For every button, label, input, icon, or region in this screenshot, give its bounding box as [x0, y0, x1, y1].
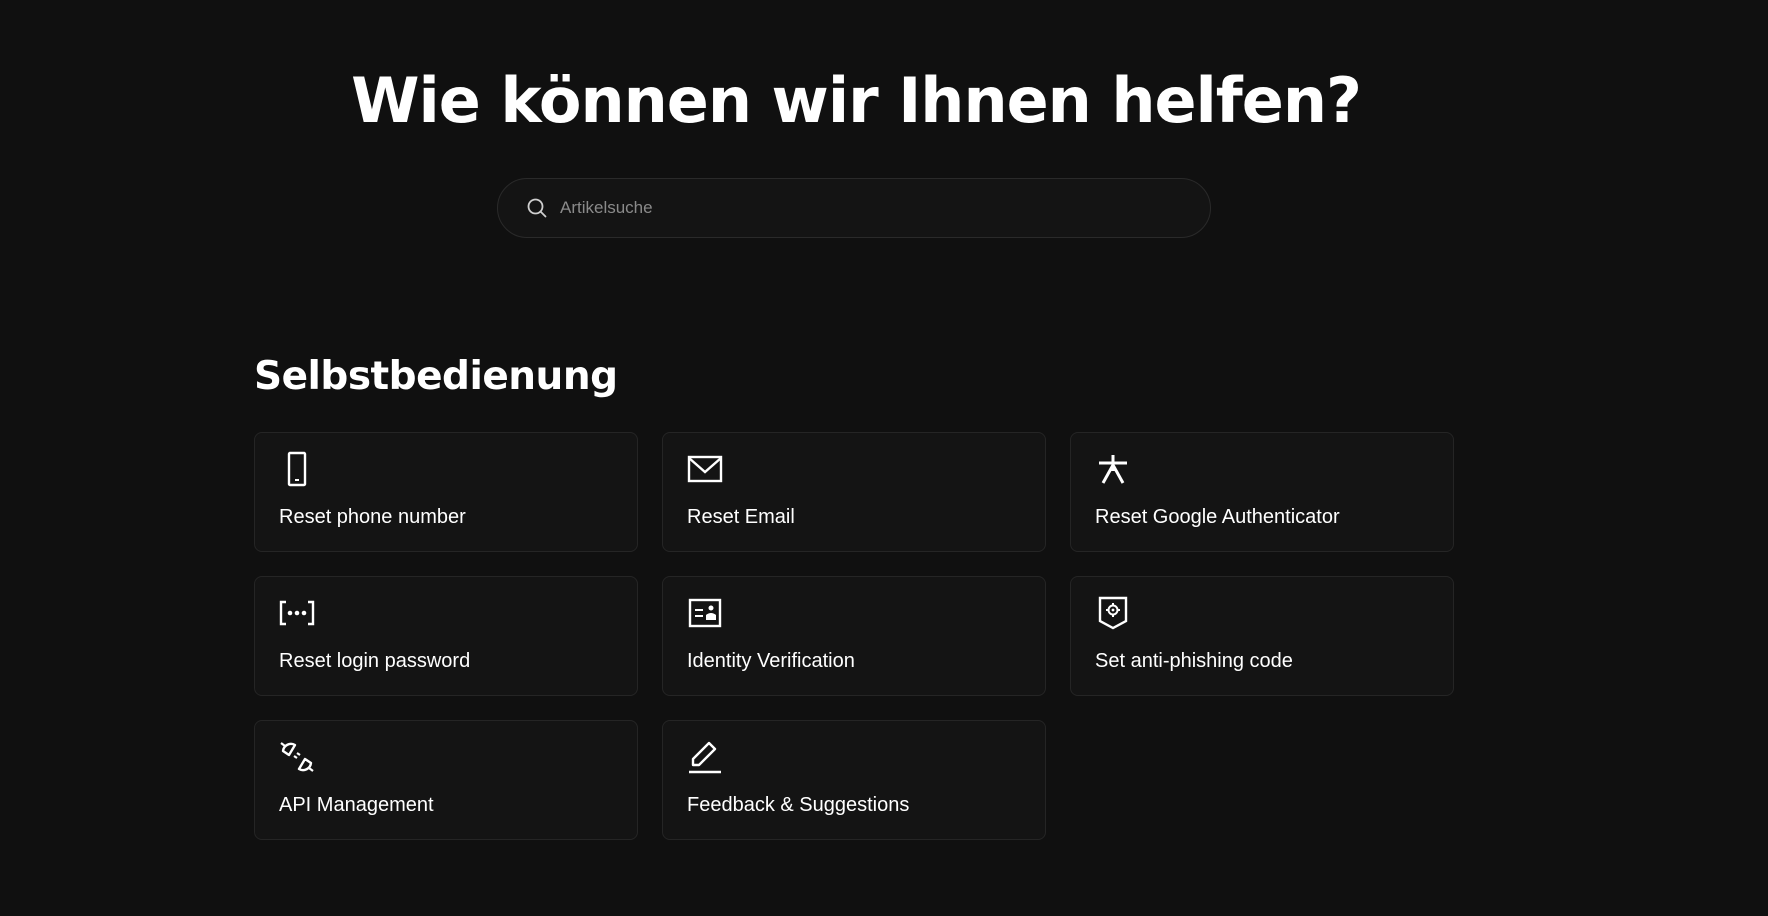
card-label: Reset Email [687, 506, 795, 528]
search-icon [526, 197, 548, 219]
card-identity-verification[interactable]: Identity Verification [662, 576, 1046, 696]
envelope-icon [687, 451, 723, 487]
card-label: Reset phone number [279, 506, 466, 528]
card-set-anti-phishing-code[interactable]: Set anti-phishing code [1070, 576, 1454, 696]
page-title: Wie können wir Ihnen helfen? [351, 64, 1362, 137]
card-reset-login-password[interactable]: Reset login password [254, 576, 638, 696]
section-title-self-service: Selbstbedienung [254, 354, 618, 399]
card-label: API Management [279, 794, 434, 816]
card-feedback-suggestions[interactable]: Feedback & Suggestions [662, 720, 1046, 840]
card-label: Set anti-phishing code [1095, 650, 1293, 672]
shield-gear-icon [1095, 595, 1131, 631]
card-label: Reset login password [279, 650, 471, 672]
card-label: Reset Google Authenticator [1095, 506, 1340, 528]
card-label: Identity Verification [687, 650, 855, 672]
card-api-management[interactable]: API Management [254, 720, 638, 840]
id-card-icon [687, 595, 723, 631]
card-reset-google-authenticator[interactable]: Reset Google Authenticator [1070, 432, 1454, 552]
asterisk-icon [1095, 451, 1131, 487]
search-input[interactable] [558, 187, 1210, 229]
self-service-grid: Reset phone number Reset Email Reset Goo… [254, 432, 1454, 840]
password-dots-icon [279, 595, 315, 631]
help-center-page: Wie können wir Ihnen helfen? Selbstbedie… [0, 0, 1768, 916]
card-reset-email[interactable]: Reset Email [662, 432, 1046, 552]
phone-icon [279, 451, 315, 487]
card-label: Feedback & Suggestions [687, 794, 910, 816]
plug-disconnect-icon [279, 739, 315, 775]
search-bar[interactable] [497, 178, 1211, 238]
pencil-icon [687, 739, 723, 775]
card-reset-phone-number[interactable]: Reset phone number [254, 432, 638, 552]
